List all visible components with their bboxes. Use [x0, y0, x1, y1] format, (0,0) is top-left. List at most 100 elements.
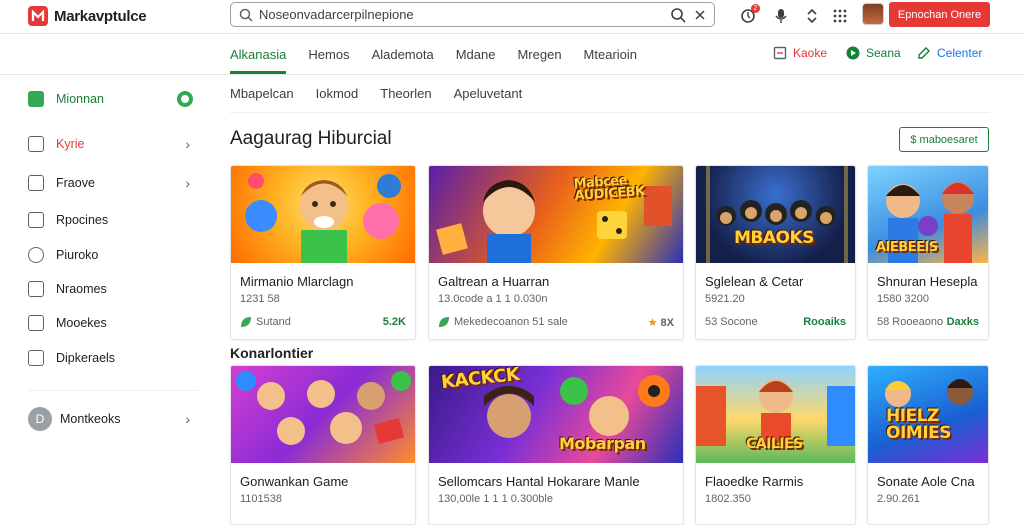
sign-in-button[interactable]: Epnochan Onere [889, 2, 990, 27]
tab-alkanasia[interactable]: Alkanasia [230, 38, 287, 74]
sidebar-item-dipkeraels[interactable]: Dipkeraels [28, 346, 198, 370]
sidebar-item-label: Fraove [56, 176, 95, 190]
card-subtitle: 1101538 [240, 493, 283, 505]
card-subtitle: 1802.350 [705, 493, 751, 505]
subtab-theorlen[interactable]: Theorlen [380, 86, 431, 101]
wishlist-action[interactable]: Kaoke [773, 46, 827, 60]
app-thumbnail: MBAOKS [696, 166, 855, 263]
card-title: Mirmanio Mlarclagn [240, 274, 354, 289]
card-footer: Mekedecoanon 51 sale [438, 316, 568, 328]
card-title: Sellomcars Hantal Hokarare Manle [438, 474, 640, 489]
card-title: Gonwankan Game [240, 474, 349, 489]
sidebar-item-label: Montkeoks [60, 412, 121, 426]
sidebar-item-label: Rpocines [56, 213, 109, 227]
card-subtitle: 130,00le 1 1 1 0.300ble [438, 493, 553, 505]
tab-mregen[interactable]: Mregen [517, 38, 561, 74]
book-icon [28, 281, 44, 297]
chevron-right-icon: › [185, 411, 190, 427]
tab-mdane[interactable]: Mdane [456, 38, 496, 74]
app-card[interactable]: CAILIES Flaoedke Rarmis 1802.350 [695, 365, 856, 525]
sidebar-item-account[interactable]: D Montkeoks › [28, 407, 198, 431]
tab-hemos[interactable]: Hemos [308, 38, 349, 74]
app-thumbnail [231, 366, 415, 463]
save-label: Seana [866, 46, 901, 60]
wishlist-label: Kaoke [793, 46, 828, 60]
sidebar-item-rpocines[interactable]: Rpocines [28, 208, 198, 232]
app-card[interactable]: KACKCK Mobarpan Sellomcars Hantal Hokara… [428, 365, 684, 525]
card-title: Shnuran Hesepla [877, 274, 978, 289]
card-footer: 58 Rooeaono [877, 316, 943, 328]
sidebar-divider [28, 390, 198, 391]
android-icon [177, 91, 193, 107]
card-title: Sonate Aole Cna [877, 474, 975, 489]
search-bar[interactable] [230, 2, 715, 27]
sub-tabs: Mbapelcan Iokmod Theorlen Apeluvetant [230, 86, 544, 101]
app-card[interactable]: Mirmanio Mlarclagn 1231 58 Sutand 5.2K [230, 165, 416, 340]
subtab-apeluvetant[interactable]: Apeluvetant [454, 86, 523, 101]
close-icon[interactable] [694, 9, 706, 21]
app-card[interactable]: HIELZ OIMIES Sonate Aole Cna 2.90.261 [867, 365, 989, 525]
app-logo[interactable]: Markavptulce [28, 6, 147, 26]
card-footer-text: Sutand [256, 316, 291, 328]
card-rating: Daxks [946, 316, 979, 328]
sidebar-item-piuroko[interactable]: Piuroko [28, 243, 198, 267]
sync-icon[interactable] [802, 6, 822, 26]
game-art-text: CAILIES [746, 436, 803, 452]
microphone-icon[interactable] [771, 6, 791, 26]
app-thumbnail: KACKCK Mobarpan [429, 366, 683, 463]
tab-alademota[interactable]: Alademota [372, 38, 434, 74]
card-footer-text: 53 Socone [705, 316, 758, 328]
avatar[interactable] [862, 3, 884, 25]
play-circle-icon [846, 46, 860, 60]
calendar-action[interactable]: Celenter [917, 46, 982, 60]
sidebar-item-free[interactable]: Fraove › [28, 171, 198, 195]
sidebar-item-mooekes[interactable]: Mooekes [28, 311, 198, 335]
sidebar-item-label: Nraomes [56, 282, 107, 296]
sidebar-item-label: Piuroko [56, 248, 99, 262]
search-icon[interactable] [670, 7, 686, 23]
app-thumbnail: AIEBEEIS [868, 166, 988, 263]
folder-icon [28, 212, 44, 228]
subtab-divider [230, 112, 990, 113]
star-icon: ★ [647, 317, 658, 329]
tab-mtearioin[interactable]: Mtearioin [584, 38, 637, 74]
subtab-mbapelcan[interactable]: Mbapelcan [230, 86, 294, 101]
card-footer: Sutand [240, 316, 291, 328]
app-card[interactable]: MBAOKS Sglelean & Cetar 5921.20 53 Socon… [695, 165, 856, 340]
app-thumbnail: CAILIES [696, 366, 855, 463]
game-art-text: Mabcee AUDICEBK [573, 173, 646, 204]
card-subtitle: 1580 3200 [877, 293, 929, 305]
app-card[interactable]: AIEBEEIS Shnuran Hesepla 1580 3200 58 Ro… [867, 165, 989, 340]
card-rating-value: 8X [660, 317, 674, 329]
chevron-right-icon: › [185, 136, 190, 152]
game-art-text: HIELZ OIMIES [886, 406, 951, 443]
app-card[interactable]: Gonwankan Game 1101538 [230, 365, 416, 525]
game-art-text: MBAOKS [734, 228, 814, 248]
chevron-right-icon: › [185, 175, 190, 191]
sidebar-item-label: Mionnan [56, 92, 104, 106]
section-title: Konarlontier [230, 345, 314, 361]
app-thumbnail: Mabcee AUDICEBK [429, 166, 683, 263]
sidebar-item-label: Mooekes [56, 316, 107, 330]
see-more-button[interactable]: $ maboesaret [899, 127, 989, 152]
app-card[interactable]: Mabcee AUDICEBK Galtrean a Huarran 13.0c… [428, 165, 684, 340]
card-footer-text: 58 Rooeaono [877, 316, 944, 328]
search-input[interactable] [259, 7, 670, 22]
sidebar-item-games[interactable]: Kyrie › [28, 132, 198, 156]
card-subtitle: 5921.20 [705, 293, 745, 305]
notifications-icon[interactable]: 2 [738, 4, 760, 26]
sidebar-item-home[interactable]: Mionnan [28, 87, 198, 111]
apps-grid-icon[interactable] [830, 6, 850, 26]
sidebar: Mionnan Kyrie › Fraove › Rpocines Piurok… [0, 75, 215, 512]
app-thumbnail [231, 166, 415, 263]
card-subtitle: 1231 58 [240, 293, 280, 305]
tag-icon [28, 175, 44, 191]
card-footer: 53 Socone [705, 316, 758, 328]
account-icon: D [28, 407, 52, 431]
card-rating: ★ 8X [648, 316, 674, 329]
subtab-iokmod[interactable]: Iokmod [316, 86, 359, 101]
save-action[interactable]: Seana [846, 46, 901, 60]
briefcase-icon [28, 350, 44, 366]
sidebar-item-nraomes[interactable]: Nraomes [28, 277, 198, 301]
game-art-text: AIEBEEIS [876, 240, 938, 255]
